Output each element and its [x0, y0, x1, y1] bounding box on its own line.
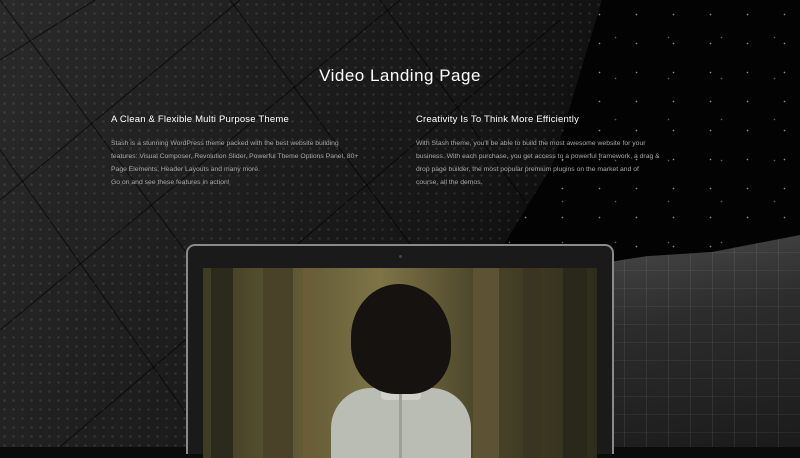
- tree-trunk: [263, 268, 293, 458]
- feature-column-left: A Clean & Flexible Multi Purpose Theme S…: [111, 114, 391, 189]
- feature-body-line: drop page builder, the most popular prem…: [416, 166, 639, 173]
- feature-column-right: Creativity Is To Think More Efficiently …: [416, 114, 696, 189]
- feature-heading: A Clean & Flexible Multi Purpose Theme: [111, 114, 289, 125]
- page-title: Video Landing Page: [319, 66, 481, 85]
- feature-body-line: Page Elements, Header Layouts and many m…: [111, 166, 260, 173]
- laptop-mockup: [186, 244, 614, 458]
- person-hair: [351, 284, 451, 394]
- feature-body-line: course, all the demos.: [416, 179, 483, 186]
- tree-trunk: [303, 268, 317, 458]
- feature-heading: Creativity Is To Think More Efficiently: [416, 114, 580, 125]
- shirt-placket: [399, 394, 402, 458]
- feature-body-line: features: Visual Composer, Revolution Sl…: [111, 153, 359, 160]
- tree-trunk: [523, 268, 541, 458]
- tree-trunk: [473, 268, 499, 458]
- feature-body-line: business. With each purchase, you get ac…: [416, 153, 660, 160]
- feature-body: With Stash theme, you'll be able to buil…: [416, 137, 696, 189]
- feature-body-line: Go on and see these features in action!: [111, 179, 230, 186]
- feature-body-line: With Stash theme, you'll be able to buil…: [416, 140, 646, 147]
- video-preview[interactable]: [203, 268, 597, 458]
- camera-icon: [399, 255, 402, 258]
- feature-body-line: Stash is a stunning WordPress theme pack…: [111, 140, 339, 147]
- tree-trunk: [563, 268, 587, 458]
- tree-trunk: [211, 268, 233, 458]
- feature-body: Stash is a stunning WordPress theme pack…: [111, 137, 391, 189]
